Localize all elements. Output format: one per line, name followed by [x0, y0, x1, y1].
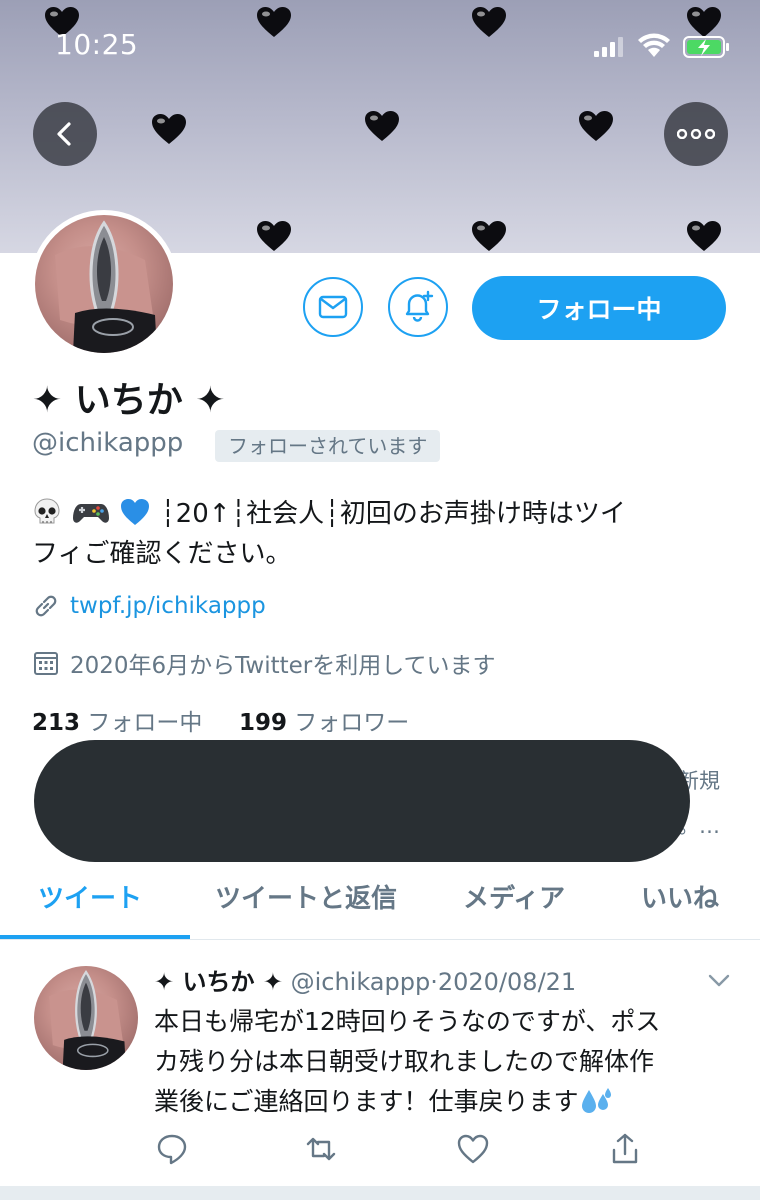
link-icon: [35, 595, 57, 617]
status-bar-icons: [594, 33, 729, 58]
tweet-text-line2: カ残り分は本日朝受け取れましたので解体作: [154, 1047, 655, 1076]
battery-charging-icon: [683, 36, 729, 58]
avatar-image: [35, 215, 173, 353]
game-controller-emoji-icon: [73, 504, 109, 523]
tab-media[interactable]: メディア: [463, 878, 565, 915]
envelope-icon: [318, 295, 348, 319]
more-dots-icon: [677, 129, 715, 139]
sweat-droplets-emoji-icon: [581, 1088, 611, 1113]
profile-bio: ┆20↑┆社会人┆初回のお声掛け時はツイ フィご確認ください。: [32, 494, 732, 574]
retweet-icon[interactable]: [304, 1132, 338, 1166]
heart-icon: [472, 7, 506, 37]
chevron-down-icon[interactable]: [706, 970, 732, 990]
wifi-icon: [638, 33, 670, 57]
tab-tweets-and-replies[interactable]: ツイートと返信: [215, 878, 397, 915]
tweet-text-line3: 業後にご連絡回ります！仕事戻ります: [154, 1087, 579, 1116]
heart-icon: [472, 221, 506, 251]
follow-counts: 213 フォロー中 199 フォロワー: [32, 703, 409, 737]
profile-handle: @ichikappp: [32, 428, 184, 458]
followers-count-link[interactable]: 199 フォロワー: [239, 710, 409, 736]
chevron-left-icon: [57, 122, 71, 146]
following-count-link[interactable]: 213 フォロー中: [32, 710, 202, 736]
profile-display-name: ✦ いちか ✦: [32, 380, 226, 421]
skull-emoji-icon: [34, 498, 60, 524]
following-count: 213: [32, 710, 81, 736]
tweet-text-line1: 本日も帰宅が12時回りそうなのですが、ポス: [154, 1007, 661, 1036]
heart-icon: [579, 111, 613, 141]
share-icon[interactable]: [608, 1132, 642, 1166]
heart-icon: [257, 7, 291, 37]
heart-icon: [687, 221, 721, 251]
profile-website[interactable]: twpf.jp/ichikappp: [32, 592, 266, 620]
blue-heart-emoji-icon: [121, 499, 149, 525]
tabs-divider: [0, 939, 760, 940]
tab-likes[interactable]: いいね: [641, 878, 719, 915]
follows-you-badge: フォローされています: [215, 430, 441, 462]
profile-website-link[interactable]: twpf.jp/ichikappp: [70, 593, 266, 619]
tweet-avatar[interactable]: [34, 966, 138, 1070]
tweet-separator: ·: [430, 968, 438, 996]
tweet-author-handle[interactable]: @ichikappp: [291, 968, 431, 996]
followers-label: フォロワー: [294, 710, 410, 736]
joined-text: 2020年6月からTwitterを利用しています: [70, 653, 496, 679]
reply-icon[interactable]: [155, 1132, 189, 1166]
cellular-signal-icon: [594, 37, 623, 57]
followers-count: 199: [238, 710, 287, 736]
heart-icon: [365, 111, 399, 141]
bio-text-line1: ┆20↑┆社会人┆初回のお声掛け時はツイ: [160, 499, 626, 529]
message-button[interactable]: [303, 277, 363, 337]
next-tweet-divider: [0, 1186, 760, 1200]
calendar-icon: [34, 652, 58, 675]
tweet-header: ✦ いちか ✦ @ichikappp·2020/08/21: [154, 962, 576, 997]
bio-text-line2: フィご確認ください。: [32, 539, 292, 569]
tweet-text: 本日も帰宅が12時回りそうなのですが、ポス カ残り分は本日朝受け取れましたので解…: [154, 1002, 734, 1122]
profile-avatar[interactable]: [30, 210, 178, 358]
tweet-date[interactable]: 2020/08/21: [438, 968, 576, 996]
more-options-button[interactable]: [664, 102, 728, 166]
tab-tweets[interactable]: ツイート: [38, 878, 142, 915]
bell-plus-icon: [405, 290, 434, 322]
heart-icon: [257, 221, 291, 251]
tweet-author-name[interactable]: ✦ いちか ✦: [154, 968, 283, 996]
heart-icon: [152, 114, 186, 144]
profile-joined-date: 2020年6月からTwitterを利用しています: [32, 646, 496, 680]
redaction-block: [34, 740, 690, 862]
like-heart-icon[interactable]: [456, 1132, 490, 1166]
status-bar-time: 10:25: [55, 28, 139, 61]
notifications-button[interactable]: [388, 277, 448, 337]
following-button[interactable]: フォロー中: [472, 276, 726, 340]
following-label: フォロー中: [87, 710, 203, 736]
back-button[interactable]: [33, 102, 97, 166]
